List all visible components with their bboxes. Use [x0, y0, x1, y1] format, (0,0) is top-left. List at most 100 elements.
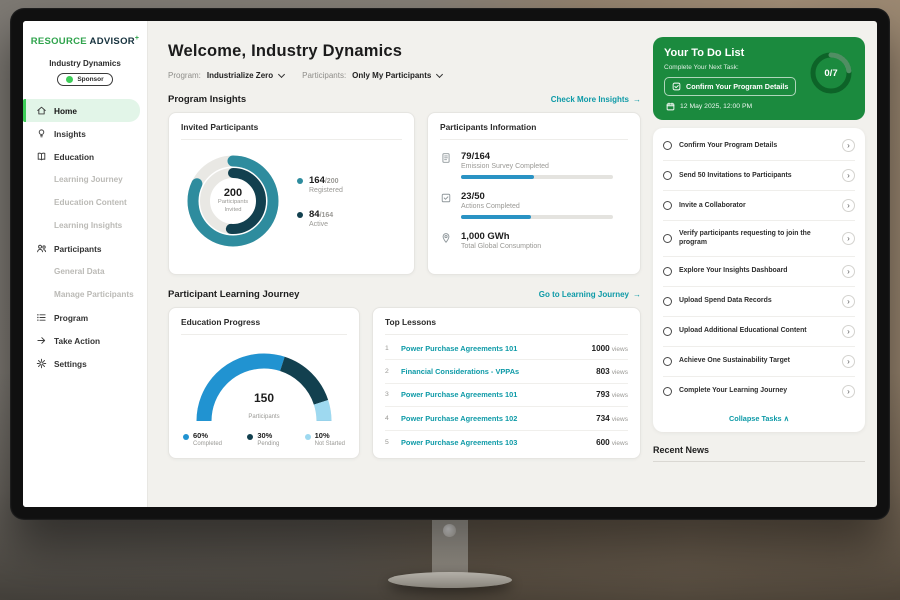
arrow-right-icon: [36, 335, 47, 346]
participants-filter-value: Only My Participants: [352, 71, 431, 80]
metric-emission-survey: 79/164 Emission Survey Completed: [440, 151, 628, 179]
collapse-tasks-link[interactable]: Collapse Tasks ∧: [663, 406, 855, 428]
sidebar-item-label: Education: [54, 152, 94, 162]
org-name: Industry Dynamics: [23, 59, 147, 68]
task-row[interactable]: Confirm Your Program Details ›: [663, 131, 855, 161]
task-chevron-icon[interactable]: ›: [842, 355, 855, 368]
lesson-link[interactable]: Power Purchase Agreements 101: [401, 344, 584, 353]
lesson-row[interactable]: 3 Power Purchase Agreements 101 793views: [385, 384, 628, 407]
sidebar-item-participants[interactable]: Participants: [23, 237, 147, 260]
card-title: Invited Participants: [181, 122, 402, 140]
filters-bar: Program: Industrialize Zero Participants…: [168, 71, 641, 80]
sidebar-item-home[interactable]: Home: [23, 99, 140, 122]
task-row[interactable]: Invite a Collaborator ›: [663, 191, 855, 221]
sidebar-item-manage-participants[interactable]: Manage Participants: [23, 283, 147, 306]
legend-item-registered: 164/200 Registered: [297, 175, 343, 194]
legend-dot: [247, 434, 253, 440]
lesson-link[interactable]: Financial Considerations - VPPAs: [401, 367, 588, 376]
task-row[interactable]: Complete Your Learning Journey ›: [663, 377, 855, 406]
consumption-pin-icon: [440, 232, 452, 244]
task-chevron-icon[interactable]: ›: [842, 265, 855, 278]
task-row[interactable]: Upload Additional Educational Content ›: [663, 317, 855, 347]
program-filter-value: Industrialize Zero: [207, 71, 273, 80]
invited-participants-card: Invited Participants 200 Participants In…: [168, 112, 415, 275]
news-divider: [653, 461, 865, 462]
legend-item-pending: 30% Pending: [247, 431, 279, 447]
program-filter[interactable]: Industrialize Zero: [207, 71, 284, 80]
task-chevron-icon[interactable]: ›: [842, 232, 855, 245]
task-chevron-icon[interactable]: ›: [842, 295, 855, 308]
sidebar-item-education[interactable]: Education: [23, 145, 147, 168]
sidebar-item-label: Settings: [54, 359, 87, 369]
lesson-row[interactable]: 5 Power Purchase Agreements 103 600views: [385, 431, 628, 454]
task-checkbox[interactable]: [663, 201, 672, 210]
sidebar-item-learning-insights[interactable]: Learning Insights: [23, 214, 147, 237]
main-content: Welcome, Industry Dynamics Program: Indu…: [148, 21, 653, 507]
sidebar-item-label: Participants: [54, 244, 102, 254]
people-icon: [36, 243, 47, 254]
task-row[interactable]: Achieve One Sustainability Target ›: [663, 347, 855, 377]
participants-information-card: Participants Information 79/164 Emission…: [427, 112, 641, 275]
monitor-power-led: [443, 524, 456, 537]
sidebar-item-learning-journey[interactable]: Learning Journey: [23, 168, 147, 191]
task-checkbox[interactable]: [663, 357, 672, 366]
program-filter-label: Program:: [168, 71, 201, 80]
participants-filter[interactable]: Only My Participants: [352, 71, 442, 80]
monitor-bezel: RESOURCE ADVISOR+ Industry Dynamics Spon…: [10, 8, 890, 520]
task-chevron-icon[interactable]: ›: [842, 139, 855, 152]
task-checkbox[interactable]: [663, 171, 672, 180]
check-more-insights-link[interactable]: Check More Insights →: [551, 95, 641, 104]
logo-plus: +: [135, 35, 139, 42]
gear-icon: [36, 358, 47, 369]
sidebar-item-general-data[interactable]: General Data: [23, 260, 147, 283]
task-row[interactable]: Explore Your Insights Dashboard ›: [663, 257, 855, 287]
arrow-right-icon: →: [633, 290, 641, 299]
sponsor-badge[interactable]: Sponsor: [57, 73, 112, 86]
task-checkbox[interactable]: [663, 297, 672, 306]
home-icon: [36, 105, 47, 116]
task-checkbox[interactable]: [663, 387, 672, 396]
chevron-down-icon: [436, 71, 443, 78]
lesson-row[interactable]: 4 Power Purchase Agreements 102 734views: [385, 407, 628, 430]
next-task-due: 12 May 2025, 12:00 PM: [664, 102, 796, 111]
invited-donut-chart: 200 Participants Invited: [181, 149, 285, 253]
task-chevron-icon[interactable]: ›: [842, 169, 855, 182]
gauge-center-label: Participants: [248, 414, 279, 420]
list-icon: [36, 312, 47, 323]
task-chevron-icon[interactable]: ›: [842, 325, 855, 338]
progress-bar: [461, 215, 613, 219]
todo-subtitle: Complete Your Next Task:: [664, 64, 796, 71]
checkbox-icon: [672, 82, 681, 91]
lesson-link[interactable]: Power Purchase Agreements 103: [401, 438, 588, 447]
task-checkbox[interactable]: [663, 267, 672, 276]
card-title: Education Progress: [181, 317, 347, 335]
task-checkbox[interactable]: [663, 141, 672, 150]
monitor-stand-base: [388, 572, 512, 588]
sidebar-item-education-content[interactable]: Education Content: [23, 191, 147, 214]
todo-progress-ring: 0/7: [808, 50, 854, 96]
app-logo[interactable]: RESOURCE ADVISOR+: [23, 35, 147, 47]
todo-title: Your To Do List: [664, 47, 796, 59]
card-title: Participants Information: [440, 122, 628, 140]
go-to-learning-journey-link[interactable]: Go to Learning Journey →: [539, 290, 641, 299]
task-row[interactable]: Upload Spend Data Records ›: [663, 287, 855, 317]
task-chevron-icon[interactable]: ›: [842, 385, 855, 398]
next-task-box[interactable]: Confirm Your Program Details: [664, 77, 796, 96]
lesson-link[interactable]: Power Purchase Agreements 102: [401, 414, 588, 423]
task-row[interactable]: Verify participants requesting to join t…: [663, 221, 855, 257]
sidebar-item-program[interactable]: Program: [23, 306, 147, 329]
task-row[interactable]: Send 50 Invitations to Participants ›: [663, 161, 855, 191]
lesson-row[interactable]: 2 Financial Considerations - VPPAs 803vi…: [385, 360, 628, 383]
sidebar-item-insights[interactable]: Insights: [23, 122, 147, 145]
lesson-link[interactable]: Power Purchase Agreements 101: [401, 390, 588, 399]
sidebar-item-take-action[interactable]: Take Action: [23, 329, 147, 352]
sponsor-badge-label: Sponsor: [77, 76, 103, 83]
section-title-program-insights: Program Insights: [168, 94, 246, 105]
task-checkbox[interactable]: [663, 327, 672, 336]
sidebar-item-settings[interactable]: Settings: [23, 352, 147, 375]
task-chevron-icon[interactable]: ›: [842, 199, 855, 212]
sidebar-item-label: Take Action: [54, 336, 100, 346]
lesson-row[interactable]: 1 Power Purchase Agreements 101 1000view…: [385, 337, 628, 360]
task-checkbox[interactable]: [663, 234, 672, 243]
donut-center-value: 200: [224, 187, 242, 199]
